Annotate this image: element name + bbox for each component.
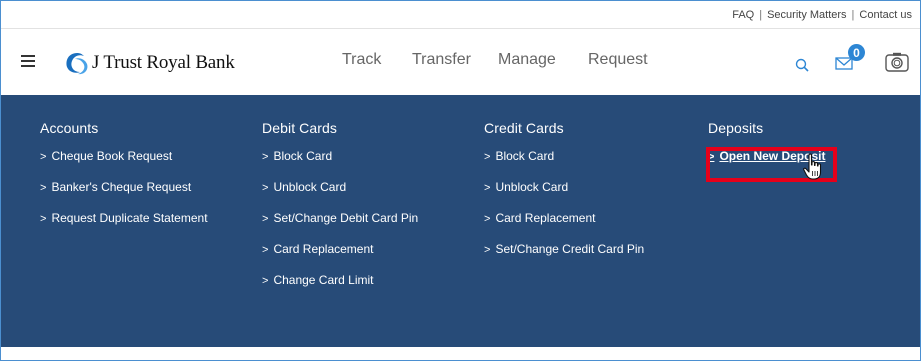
menu-column-debit-cards: Debit Cards > Block Card > Unblock Card > S… <box>262 120 418 304</box>
hamburger-menu-icon[interactable] <box>21 55 35 68</box>
camera-icon[interactable] <box>885 52 909 77</box>
menu-item-label: Set/Change Credit Card Pin <box>495 242 645 256</box>
nav-transfer[interactable]: Transfer <box>412 51 471 69</box>
request-mega-menu: Accounts > Cheque Book Request > Banker's … <box>1 95 920 347</box>
main-header: J Trust Royal Bank Track Transfer Manage… <box>1 30 920 94</box>
menu-heading-deposits: Deposits <box>708 120 764 136</box>
menu-heading-debit-cards: Debit Cards <box>262 120 338 136</box>
menu-item-debit-card-replacement[interactable]: > Card Replacement <box>262 242 418 273</box>
menu-item-label: Banker's Cheque Request <box>51 180 192 194</box>
chevron-right-icon: > <box>40 213 47 225</box>
brand-name: J Trust Royal Bank <box>92 52 235 73</box>
menu-item-label: Unblock Card <box>495 180 569 194</box>
chevron-right-icon: > <box>262 151 269 163</box>
menu-item-label: Set/Change Debit Card Pin <box>273 211 419 225</box>
menu-item-label: Request Duplicate Statement <box>51 211 208 225</box>
chevron-right-icon: > <box>40 151 47 163</box>
browser-frame: FAQ | Security Matters | Contact us J Tr… <box>0 0 921 361</box>
menu-item-label: Cheque Book Request <box>51 149 173 163</box>
hand-pointer-icon <box>802 153 824 181</box>
menu-item-set-change-debit-card-pin[interactable]: > Set/Change Debit Card Pin <box>262 211 418 242</box>
faq-link[interactable]: FAQ <box>732 9 754 21</box>
menu-item-request-duplicate-statement[interactable]: > Request Duplicate Statement <box>40 211 208 242</box>
menu-column-accounts: Accounts > Cheque Book Request > Banker's … <box>40 120 208 242</box>
chevron-right-icon: > <box>484 151 491 163</box>
menu-item-label: Change Card Limit <box>273 273 374 287</box>
menu-item-label: Block Card <box>495 149 555 163</box>
separator: | <box>759 8 763 21</box>
menu-item-change-card-limit[interactable]: > Change Card Limit <box>262 273 418 304</box>
menu-item-label: Unblock Card <box>273 180 347 194</box>
chevron-right-icon: > <box>262 275 269 287</box>
nav-request[interactable]: Request <box>588 51 648 69</box>
mail-icon[interactable]: 0 <box>835 44 865 77</box>
chevron-right-icon: > <box>262 182 269 194</box>
menu-item-set-change-credit-card-pin[interactable]: > Set/Change Credit Card Pin <box>484 242 644 273</box>
nav-manage[interactable]: Manage <box>498 51 556 69</box>
menu-item-label: Block Card <box>273 149 333 163</box>
chevron-right-icon: > <box>40 182 47 194</box>
menu-item-block-debit-card[interactable]: > Block Card <box>262 149 418 180</box>
menu-item-cheque-book-request[interactable]: > Cheque Book Request <box>40 149 208 180</box>
chevron-right-icon: > <box>484 182 491 194</box>
logo-mark-icon <box>63 50 91 76</box>
menu-column-credit-cards: Credit Cards > Block Card > Unblock Card >… <box>484 120 644 273</box>
brand-logo[interactable]: J Trust Royal Bank <box>63 50 235 76</box>
page-content-area <box>1 347 920 360</box>
menu-item-label: Card Replacement <box>273 242 374 256</box>
chevron-right-icon: > <box>484 213 491 225</box>
menu-item-unblock-credit-card[interactable]: > Unblock Card <box>484 180 644 211</box>
menu-item-label: Card Replacement <box>495 211 596 225</box>
menu-item-credit-card-replacement[interactable]: > Card Replacement <box>484 211 644 242</box>
contact-us-link[interactable]: Contact us <box>859 9 912 21</box>
search-icon[interactable] <box>795 58 809 77</box>
menu-heading-accounts: Accounts <box>40 120 99 136</box>
separator: | <box>851 8 855 21</box>
chevron-right-icon: > <box>262 213 269 225</box>
chevron-right-icon: > <box>484 244 491 256</box>
utility-bar: FAQ | Security Matters | Contact us <box>1 1 920 29</box>
security-matters-link[interactable]: Security Matters <box>767 9 846 21</box>
chevron-right-icon: > <box>262 244 269 256</box>
notification-badge: 0 <box>848 44 865 61</box>
menu-item-block-credit-card[interactable]: > Block Card <box>484 149 644 180</box>
menu-item-bankers-cheque-request[interactable]: > Banker's Cheque Request <box>40 180 208 211</box>
nav-track[interactable]: Track <box>342 51 381 69</box>
chevron-right-icon: > <box>708 151 715 163</box>
menu-item-unblock-debit-card[interactable]: > Unblock Card <box>262 180 418 211</box>
menu-heading-credit-cards: Credit Cards <box>484 120 564 136</box>
